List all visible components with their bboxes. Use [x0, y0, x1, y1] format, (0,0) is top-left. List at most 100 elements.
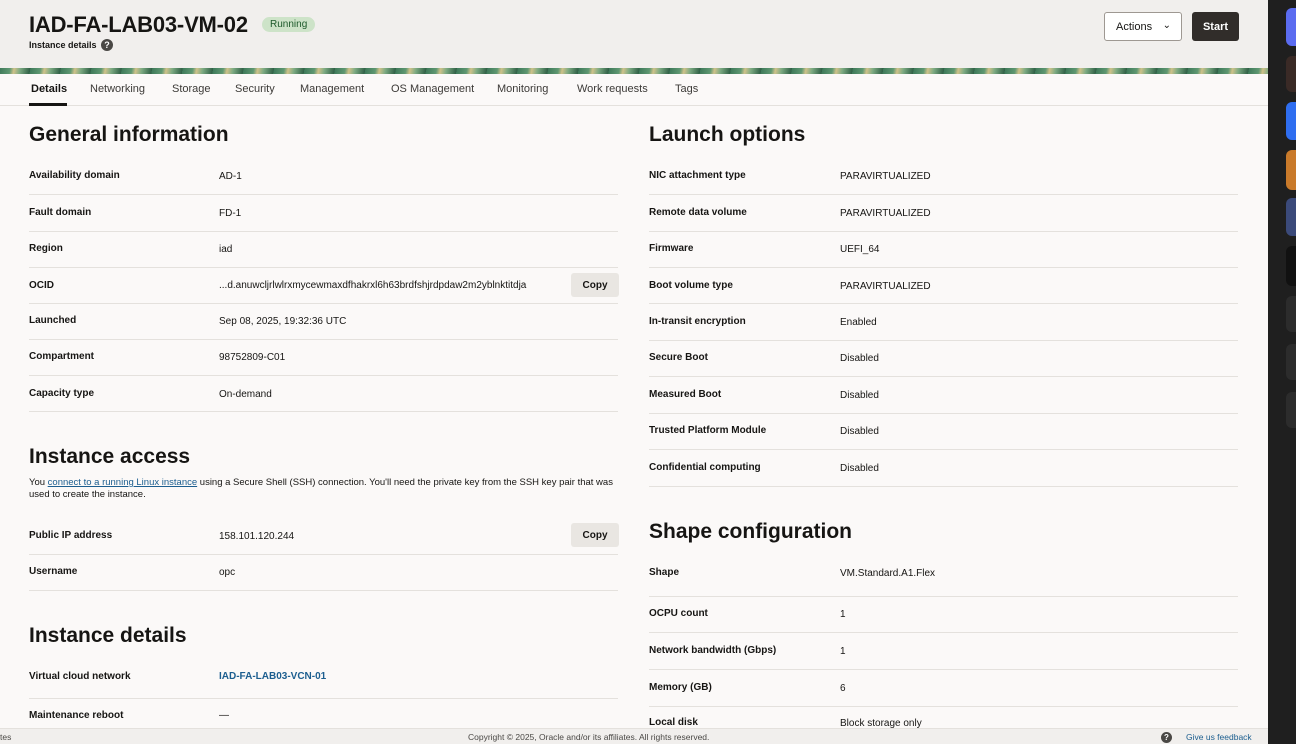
divider [29, 698, 618, 699]
actions-button[interactable]: Actions ⌄ [1104, 12, 1182, 41]
divider [29, 267, 618, 268]
measured-boot-label: Measured Boot [649, 389, 722, 400]
divider [649, 340, 1238, 341]
capacity-type-label: Capacity type [29, 388, 95, 399]
console-page: IAD-FA-LAB03-VM-02 Running Instance deta… [0, 0, 1268, 744]
divider [649, 413, 1238, 414]
page-subtitle: Instance details [29, 40, 97, 50]
nic-attachment-value: PARAVIRTUALIZED [840, 171, 931, 182]
tab-management[interactable]: Management [300, 83, 364, 95]
divider [29, 303, 618, 304]
tab-os-management[interactable]: OS Management [391, 83, 474, 95]
boot-volume-type-value: PARAVIRTUALIZED [840, 281, 931, 292]
divider [29, 554, 618, 555]
in-transit-encryption-value: Enabled [840, 317, 877, 328]
tab-security[interactable]: Security [235, 83, 275, 95]
dock-app-icon[interactable] [1286, 392, 1296, 428]
instance-details-heading: Instance details [29, 624, 187, 647]
availability-domain-value: AD-1 [219, 171, 242, 182]
divider [649, 449, 1238, 450]
vcn-link[interactable]: IAD-FA-LAB03-VCN-01 [219, 671, 326, 682]
in-transit-encryption-label: In-transit encryption [649, 316, 746, 327]
divider [29, 194, 618, 195]
dock-app-icon[interactable] [1286, 102, 1296, 140]
availability-domain-label: Availability domain [29, 170, 120, 181]
ocpu-count-value: 1 [840, 609, 846, 620]
divider [649, 669, 1238, 670]
tab-monitoring[interactable]: Monitoring [497, 83, 548, 95]
page-footer: tes Copyright © 2025, Oracle and/or its … [0, 728, 1268, 744]
divider [649, 194, 1238, 195]
ocpu-count-label: OCPU count [649, 608, 708, 619]
divider [649, 596, 1238, 597]
memory-value: 6 [840, 683, 846, 694]
general-information-heading: General information [29, 123, 229, 146]
tab-storage[interactable]: Storage [172, 83, 211, 95]
tpm-value: Disabled [840, 426, 879, 437]
dock-app-icon[interactable] [1286, 296, 1296, 332]
public-ip-value: 158.101.120.244 [219, 531, 295, 542]
capacity-type-value: On-demand [219, 389, 272, 400]
side-dock [1268, 0, 1296, 744]
dock-app-icon[interactable] [1286, 56, 1296, 92]
network-bandwidth-value: 1 [840, 646, 846, 657]
tab-networking[interactable]: Networking [90, 83, 145, 95]
divider [649, 706, 1238, 707]
measured-boot-value: Disabled [840, 390, 879, 401]
tab-bar: Details Networking Storage Security Mana… [0, 74, 1268, 106]
username-value: opc [219, 567, 236, 578]
shape-configuration-heading: Shape configuration [649, 520, 853, 543]
maintenance-reboot-label: Maintenance reboot [29, 710, 124, 721]
shape-label: Shape [649, 567, 680, 578]
tpm-label: Trusted Platform Module [649, 425, 767, 436]
chevron-down-icon: ⌄ [1162, 20, 1171, 31]
divider [649, 231, 1238, 232]
compartment-value: 98752809-C01 [219, 352, 286, 363]
boot-volume-type-label: Boot volume type [649, 280, 733, 291]
fault-domain-label: Fault domain [29, 207, 92, 218]
connect-linux-instance-link[interactable]: connect to a running Linux instance [48, 477, 197, 488]
firmware-label: Firmware [649, 243, 694, 254]
status-badge: Running [262, 17, 316, 32]
active-tab-indicator [29, 103, 67, 106]
start-button[interactable]: Start [1192, 12, 1239, 41]
divider [649, 267, 1238, 268]
username-label: Username [29, 566, 78, 577]
give-feedback-link[interactable]: Give us feedback [1186, 732, 1252, 742]
dock-app-icon[interactable] [1286, 8, 1296, 46]
firmware-value: UEFI_64 [840, 244, 880, 255]
actions-label: Actions [1116, 20, 1153, 33]
public-ip-label: Public IP address [29, 530, 113, 541]
region-value: iad [219, 244, 233, 255]
dock-app-icon[interactable] [1286, 150, 1296, 190]
footer-left-text: tes [0, 732, 12, 742]
divider [29, 375, 618, 376]
divider [29, 231, 618, 232]
ssh-text-start: You [29, 477, 48, 488]
region-label: Region [29, 243, 63, 254]
copy-ip-button[interactable]: Copy [571, 523, 619, 547]
divider [649, 303, 1238, 304]
local-disk-label: Local disk [649, 717, 698, 728]
dock-app-icon[interactable] [1286, 246, 1296, 286]
instance-access-heading: Instance access [29, 445, 191, 468]
remote-data-volume-value: PARAVIRTUALIZED [840, 208, 931, 219]
secure-boot-label: Secure Boot [649, 352, 708, 363]
divider [649, 376, 1238, 377]
divider [29, 590, 618, 591]
launched-value: Sep 08, 2025, 19:32:36 UTC [219, 316, 347, 327]
divider [29, 339, 618, 340]
dock-app-icon[interactable] [1286, 198, 1296, 236]
tab-tags[interactable]: Tags [675, 83, 698, 95]
copy-ocid-button[interactable]: Copy [571, 273, 619, 297]
fault-domain-value: FD-1 [219, 208, 242, 219]
help-icon[interactable]: ? [101, 39, 113, 51]
dock-app-icon[interactable] [1286, 344, 1296, 380]
help-icon[interactable]: ? [1161, 732, 1172, 743]
compartment-label: Compartment [29, 351, 95, 362]
tab-details[interactable]: Details [31, 83, 67, 95]
divider [29, 411, 618, 412]
ocid-value: ...d.anuwcljrlwlrxmycewmaxdfhakrxl6h63br… [219, 280, 527, 291]
tab-work-requests[interactable]: Work requests [577, 83, 648, 95]
launch-options-heading: Launch options [649, 123, 806, 146]
